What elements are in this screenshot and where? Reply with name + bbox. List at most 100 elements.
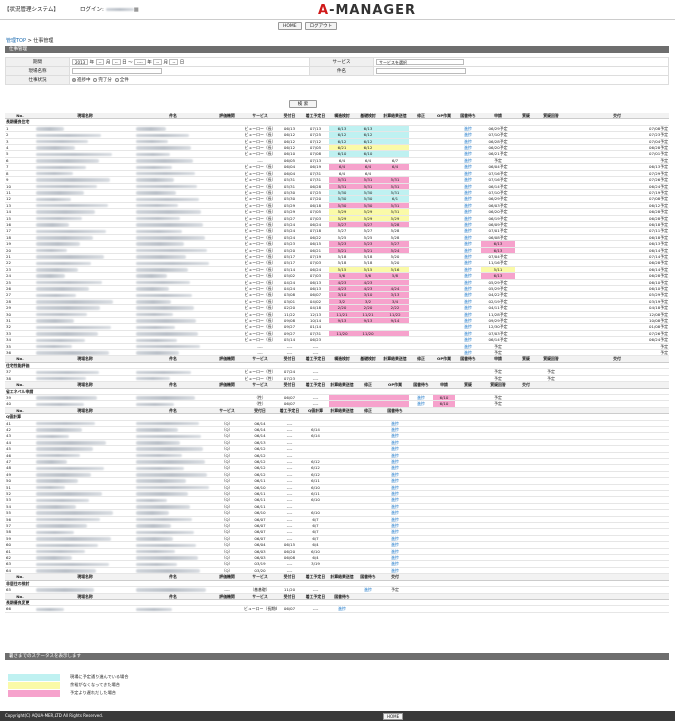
progress-link[interactable]: 進捗 — [464, 324, 472, 329]
progress-link[interactable]: 進捗 — [464, 151, 472, 156]
cell — [409, 605, 433, 613]
progress-link[interactable]: 進捗 — [464, 267, 472, 272]
progress-link[interactable]: 進捗 — [391, 510, 399, 515]
progress-link[interactable]: 進捗 — [464, 260, 472, 265]
legend-text: 予定より遅れだした場合 — [70, 690, 116, 695]
status-opt-done: 完了分 — [98, 78, 112, 83]
status-radio-done[interactable] — [93, 77, 98, 82]
progress-link[interactable]: 進捗 — [464, 190, 472, 195]
progress-link[interactable]: 進捗 — [391, 478, 399, 483]
progress-link[interactable]: 進捗 — [391, 536, 399, 541]
search-form: 期間 2013 年 -- 月 -- 日 〜 ---- 年 -- 月 -- 日 サ… — [5, 57, 669, 85]
month-to-select[interactable]: -- — [153, 58, 163, 65]
redacted-text — [136, 229, 182, 234]
footer-home-button[interactable]: HOME — [383, 712, 404, 720]
progress-link[interactable]: 進捗 — [464, 248, 472, 253]
redacted-text — [136, 268, 188, 272]
progress-link[interactable]: 進捗 — [391, 472, 399, 477]
progress-link[interactable]: 進捗 — [391, 433, 399, 438]
progress-link[interactable]: 進捗 — [391, 549, 399, 554]
case-input[interactable] — [376, 67, 466, 74]
progress-link[interactable]: 進捗 — [391, 465, 399, 470]
year-select[interactable]: 2013 — [72, 58, 89, 65]
progress-link[interactable]: 進捗 — [391, 446, 399, 451]
case-name — [135, 221, 211, 229]
site-name-input[interactable] — [72, 67, 162, 74]
progress-link[interactable]: 進捗 — [464, 196, 472, 201]
progress-link[interactable]: 進捗 — [464, 177, 472, 182]
progress-link[interactable]: 進捗 — [364, 587, 372, 592]
progress-link[interactable]: 進捗 — [464, 164, 472, 169]
progress-link[interactable]: 進捗 — [464, 318, 472, 323]
status-radio-progress[interactable] — [72, 77, 76, 82]
redacted-text — [36, 280, 102, 285]
progress-link[interactable]: 進捗 — [464, 292, 472, 297]
progress-link[interactable]: 進捗 — [464, 299, 472, 304]
progress-link[interactable]: 進捗 — [464, 203, 472, 208]
redacted-text — [36, 562, 109, 567]
progress-link[interactable]: 進捗 — [464, 132, 472, 137]
breadcrumb-link-top[interactable]: 管理TOP — [6, 38, 26, 44]
service-select[interactable]: サービスを選択 — [376, 58, 464, 65]
progress-link[interactable]: 進捗 — [464, 331, 472, 336]
redacted-text — [36, 332, 98, 336]
progress-link[interactable]: 進捗 — [391, 453, 399, 458]
redacted-text — [36, 396, 97, 400]
progress-link[interactable]: 進捗 — [464, 216, 472, 221]
progress-link[interactable]: 進捗 — [391, 440, 399, 445]
day-select[interactable]: -- — [111, 58, 121, 65]
service-field: サービスを選択 — [373, 57, 669, 67]
progress-link[interactable]: 進捗 — [391, 491, 399, 496]
progress-link[interactable]: 進捗 — [464, 145, 472, 150]
progress-link[interactable]: 進捗 — [464, 286, 472, 291]
progress-link[interactable]: 進捗 — [464, 312, 472, 317]
progress-link[interactable]: 進捗 — [464, 184, 472, 189]
column-header: 計算結果送信 — [329, 407, 355, 415]
progress-link[interactable]: 進捗 — [391, 504, 399, 509]
progress-link[interactable]: 進捗 — [464, 209, 472, 214]
home-button[interactable]: HOME — [278, 22, 302, 30]
year-to-select[interactable]: ---- — [134, 58, 146, 65]
progress-link[interactable]: 進捗 — [464, 273, 472, 278]
progress-link[interactable]: 進捗 — [391, 497, 399, 502]
progress-link[interactable]: 進捗 — [464, 280, 472, 285]
progress-link[interactable]: 進捗 — [391, 568, 399, 573]
day-to-select[interactable]: -- — [169, 58, 179, 65]
progress-link[interactable]: 進捗 — [464, 344, 472, 349]
progress-link[interactable]: 進捗 — [391, 523, 399, 528]
progress-link[interactable]: 進捗 — [464, 228, 472, 233]
progress-link[interactable]: 進捗 — [464, 139, 472, 144]
progress-link[interactable]: 進捗 — [391, 517, 399, 522]
progress-link[interactable]: 進捗 — [391, 561, 399, 566]
progress-link[interactable]: 進捗 — [417, 401, 425, 406]
progress-link[interactable]: 進捗 — [391, 555, 399, 560]
status-radio-all[interactable] — [114, 77, 119, 82]
progress-link[interactable]: 進捗 — [464, 158, 472, 163]
progress-link[interactable]: 進捗 — [464, 305, 472, 310]
progress-link[interactable]: 進捗 — [417, 395, 425, 400]
progress-link[interactable]: 進捗 — [464, 222, 472, 227]
progress-link[interactable]: 進捗 — [464, 235, 472, 240]
progress-link[interactable]: 進捗 — [464, 171, 472, 176]
progress-link[interactable]: 進捗 — [391, 529, 399, 534]
progress-link[interactable]: 進捗 — [464, 254, 472, 259]
progress-link[interactable]: 進捗 — [464, 350, 472, 355]
month-select[interactable]: -- — [95, 58, 105, 65]
progress-link[interactable]: 進捗 — [338, 606, 346, 611]
progress-link[interactable]: 進捗 — [464, 337, 472, 342]
redacted-text — [136, 300, 171, 304]
progress-link[interactable]: 進捗 — [391, 485, 399, 490]
progress-link[interactable]: 進捗 — [464, 126, 472, 131]
service: ビューロー（長） — [243, 330, 277, 338]
progress-link[interactable]: 進捗 — [391, 421, 399, 426]
search-button[interactable]: 検 索 — [289, 100, 317, 108]
logout-button[interactable]: ログアウト — [304, 22, 338, 30]
progress-link[interactable]: 進捗 — [391, 542, 399, 547]
redacted-text — [136, 396, 195, 400]
progress-link[interactable]: 進捗 — [464, 241, 472, 246]
progress-link[interactable]: 進捗 — [391, 427, 399, 432]
service: ビューロー（長） — [243, 227, 277, 235]
cell — [481, 605, 515, 613]
case-label: 件名 — [309, 66, 374, 76]
progress-link[interactable]: 進捗 — [391, 459, 399, 464]
